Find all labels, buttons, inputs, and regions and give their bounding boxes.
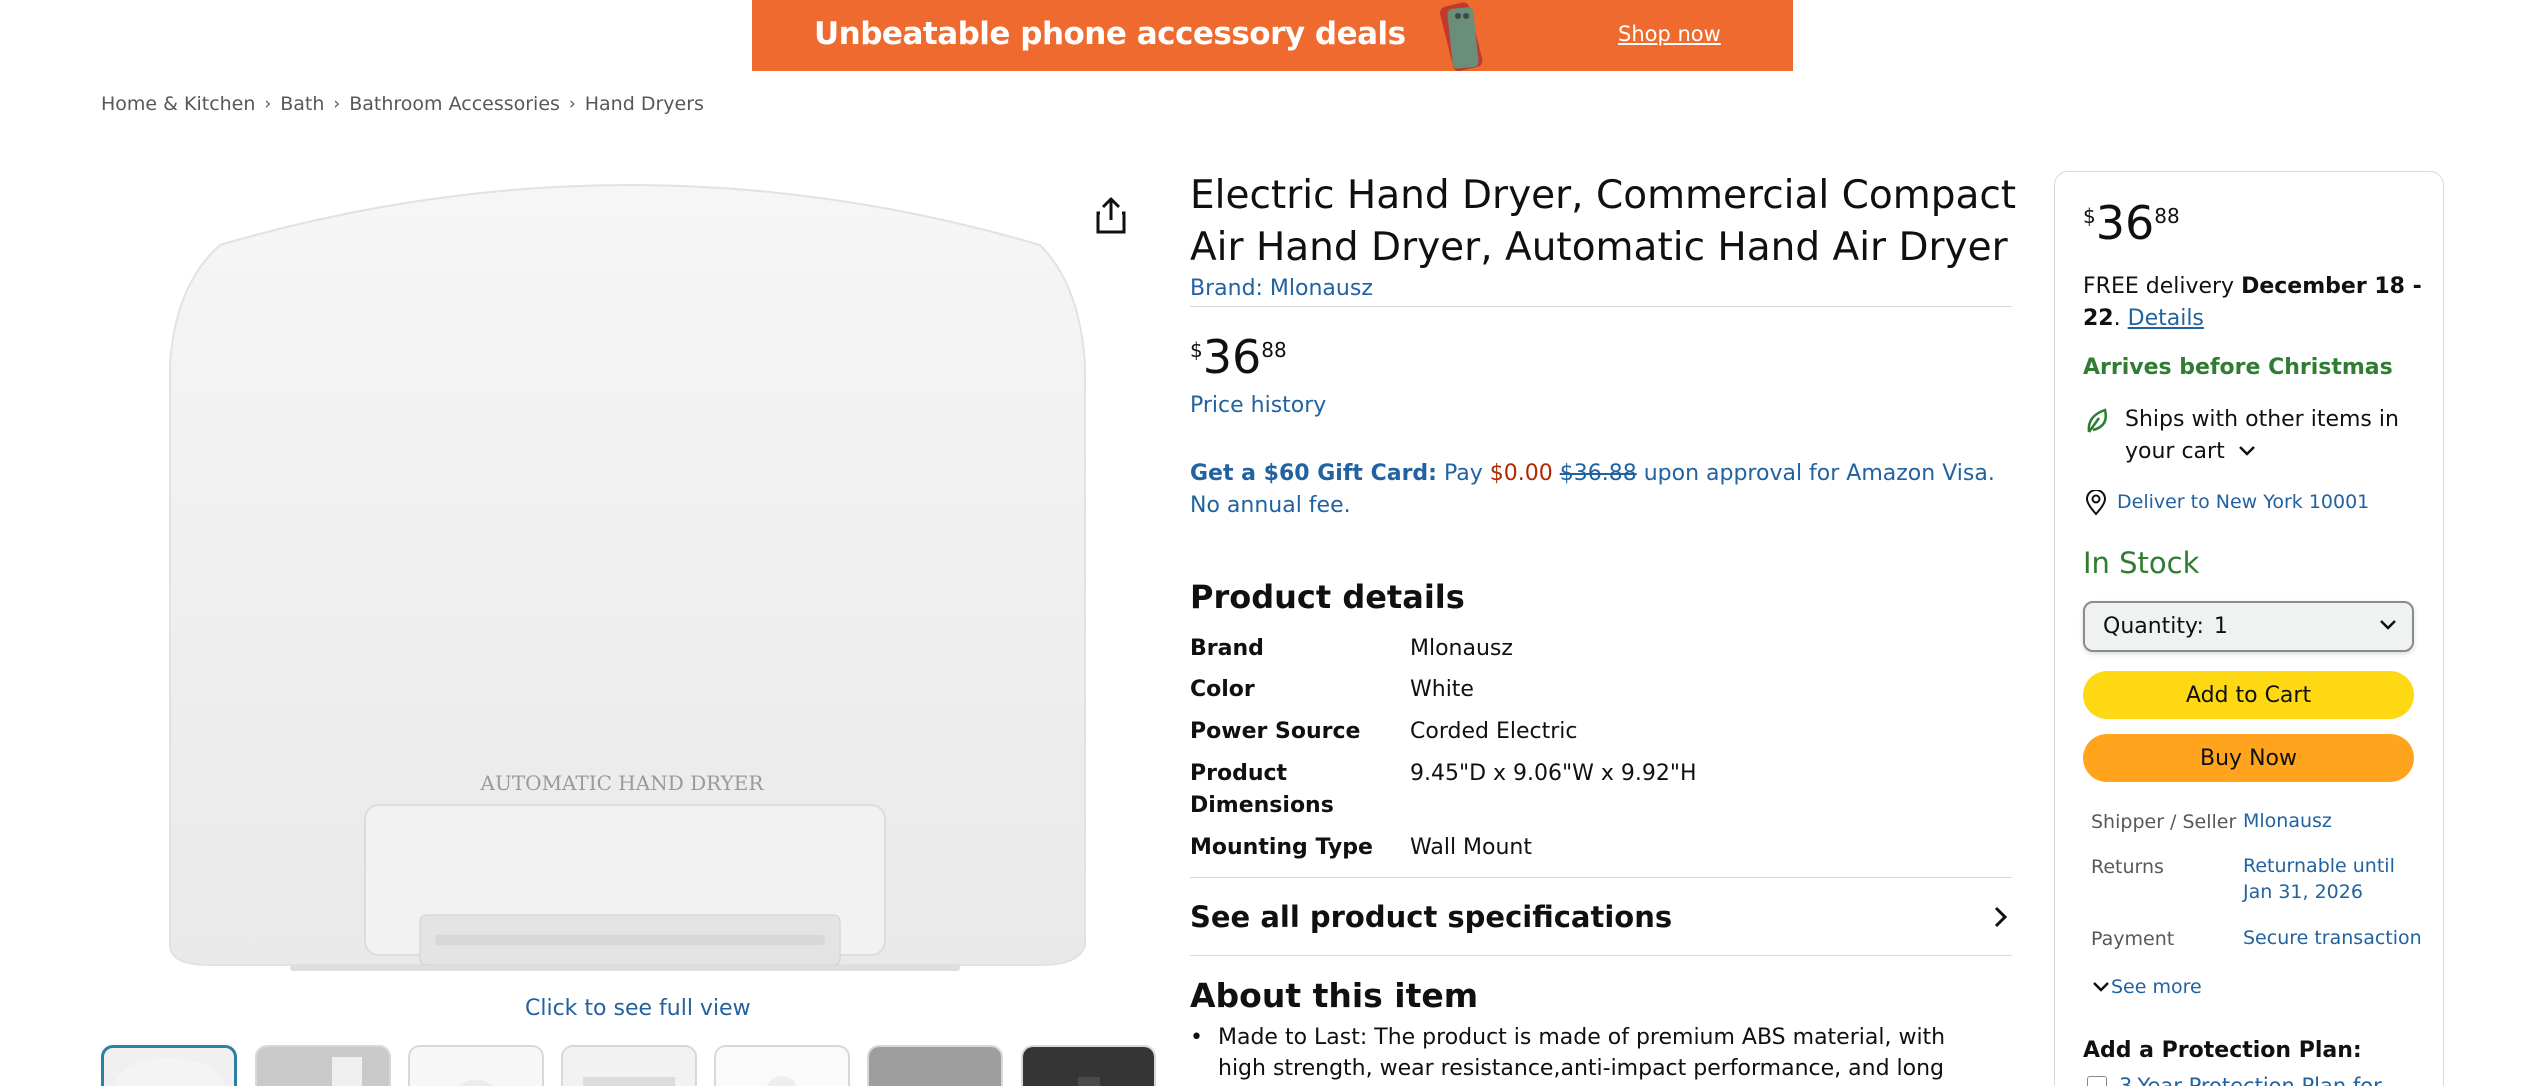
divider [1190,955,2012,956]
ad-banner[interactable]: Unbeatable phone accessory deals Shop no… [752,0,1793,71]
protection-checkbox[interactable] [2087,1076,2107,1086]
spec-label: Product Dimensions [1190,761,1334,818]
thumbnail-5[interactable] [714,1045,850,1086]
thumbnail-image [563,1047,695,1086]
spec-label: Brand [1190,636,1264,661]
see-all-specs-label: See all product specifications [1190,900,1673,934]
returns-label: Returns [2091,856,2164,878]
spec-value: Mlonausz [1410,636,1513,661]
shipper-seller-label: Shipper / Seller [2091,811,2237,833]
thumbnail-1[interactable] [101,1045,237,1086]
brand-link[interactable]: Brand: Mlonausz [1190,276,1373,301]
add-to-cart-button[interactable]: Add to Cart [2083,671,2414,719]
stock-status: In Stock [2083,546,2200,580]
thumbnail-image [1023,1047,1154,1086]
chevron-down-icon [2093,982,2109,992]
thumbnail-image [114,1058,224,1086]
product-details-heading: Product details [1190,578,1465,616]
chevron-right-icon: › [333,94,341,114]
bullet-icon: • [1190,1025,1203,1050]
arrives-before-christmas: Arrives before Christmas [2083,355,2393,380]
location-pin-icon [2085,490,2107,516]
buybox-price: $ 36 88 [2083,198,2180,248]
gift-card-offer[interactable]: Get a $60 Gift Card: Pay $0.00 $36.88 up… [1190,458,2020,522]
ships-with-cart[interactable]: Ships with other items in your cart [2125,404,2425,468]
payment-label: Payment [2091,928,2175,950]
thumbnail-4[interactable] [561,1045,697,1086]
breadcrumb: Home & Kitchen › Bath › Bathroom Accesso… [101,93,704,115]
spec-value: Corded Electric [1410,719,1578,744]
price-currency: $ [1190,338,1203,362]
thumbnail-image [410,1047,542,1086]
price-whole: 36 [2095,196,2155,250]
protection-plan-heading: Add a Protection Plan: [2083,1038,2362,1063]
thumbnail-2[interactable] [255,1045,391,1086]
chevron-down-icon [2380,620,2396,630]
delivery-details-link[interactable]: Details [2128,306,2204,331]
product-main-image[interactable]: AUTOMATIC HAND DRYER [160,165,1095,995]
delivery-period: . [2113,306,2128,331]
chevron-right-icon: › [568,94,576,114]
payment-link[interactable]: Secure transaction [2243,925,2422,951]
thumbnail-image [716,1047,848,1086]
see-more-button[interactable]: See more [2091,976,2202,998]
quantity-label: Quantity: [2103,614,2204,639]
leaf-icon [2087,408,2107,433]
price-fraction: 88 [2154,204,2180,228]
share-icon[interactable] [1094,196,1128,236]
price-fraction: 88 [1261,338,1287,362]
gift-card-pay: Pay [1436,461,1490,486]
product-title: Electric Hand Dryer, Commercial Compact … [1190,173,2017,270]
full-view-link[interactable]: Click to see full view [525,996,751,1021]
ad-text: Unbeatable phone accessory deals [814,16,1406,52]
breadcrumb-bath[interactable]: Bath [280,93,324,115]
gift-card-title: Get a $60 Gift Card: [1190,461,1437,486]
phone-icon [1439,2,1483,71]
thumbnail-3[interactable] [408,1045,544,1086]
protection-plan-label: 3-Year Protection Plan for [2119,1074,2382,1086]
breadcrumb-bathroom-accessories[interactable]: Bathroom Accessories [349,93,560,115]
seller-link[interactable]: Mlonausz [2243,808,2332,834]
spec-value: 9.45"D x 9.06"W x 9.92"H [1410,761,1697,786]
thumbnail-7[interactable] [1021,1045,1156,1086]
about-bullet-text: Made to Last: The product is made of pre… [1218,1025,1946,1081]
product-price: $ 36 88 [1190,332,1287,382]
about-heading: About this item [1190,976,1479,1015]
spec-label: Mounting Type [1190,835,1373,860]
deliver-to-link[interactable]: Deliver to New York 10001 [2117,491,2369,513]
delivery-info: FREE delivery December 18 - 22. Details [2083,271,2423,335]
spec-value: Wall Mount [1410,835,1532,860]
spec-label: Color [1190,677,1255,702]
divider [1190,306,2012,307]
see-all-specs-button[interactable]: See all product specifications [1190,880,2012,954]
list-item: • Made to Last: The product is made of p… [1190,1022,1990,1086]
price-history-link[interactable]: Price history [1190,393,1326,418]
gift-card-amount: $0.00 [1489,461,1553,486]
spec-value: White [1410,677,1474,702]
price-currency: $ [2083,204,2096,228]
delivery-prefix: FREE delivery [2083,274,2242,299]
see-more-label: See more [2111,976,2202,998]
breadcrumb-hand-dryers[interactable]: Hand Dryers [585,93,704,115]
thumbnail-6[interactable] [867,1045,1003,1086]
price-whole: 36 [1202,330,1262,384]
buy-now-button[interactable]: Buy Now [2083,734,2414,782]
gift-card-original-price: $36.88 [1559,461,1637,486]
divider [1190,877,2012,878]
quantity-select[interactable]: Quantity: 1 [2083,601,2414,652]
chevron-down-icon [2238,446,2255,456]
about-list: • Made to Last: The product is made of p… [1190,1022,1990,1086]
protection-plan-option[interactable]: 3-Year Protection Plan for [2087,1074,2382,1086]
returns-link[interactable]: Returnable until Jan 31, 2026 [2243,853,2413,905]
spec-label: Power Source [1190,719,1361,744]
product-imprint: AUTOMATIC HAND DRYER [480,771,765,795]
chevron-right-icon [1994,906,2008,928]
thumbnail-image [869,1047,1001,1086]
quantity-value: 1 [2213,614,2228,639]
thumbnail-image [257,1047,389,1086]
breadcrumb-home-kitchen[interactable]: Home & Kitchen [101,93,255,115]
ships-with-text: Ships with other items in your cart [2125,407,2399,464]
chevron-right-icon: › [264,94,272,114]
shop-now-link[interactable]: Shop now [1618,22,1721,46]
